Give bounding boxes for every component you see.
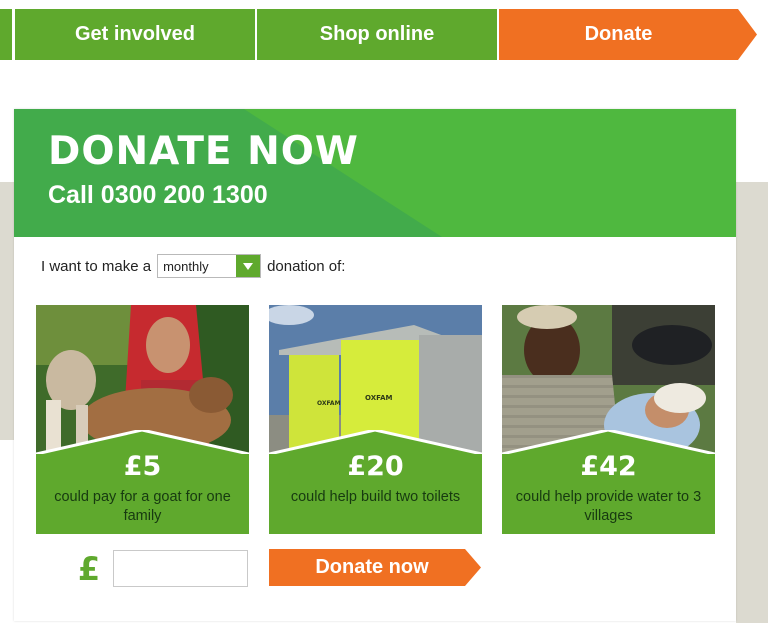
tile-amount: £5	[123, 451, 162, 482]
svg-text:OXFAM: OXFAM	[365, 394, 392, 402]
page-background-right	[736, 182, 768, 623]
donate-now-label[interactable]: Donate now	[269, 549, 475, 586]
donate-hero: DONATE NOW Call 0300 200 1300	[14, 109, 736, 237]
nav-tab-get-involved[interactable]: Get involved	[15, 9, 255, 60]
chevron-down-icon[interactable]	[236, 255, 261, 277]
frequency-select-value[interactable]: monthly	[158, 255, 236, 277]
main-navigation: Get involved Shop online Donate	[0, 9, 768, 60]
nav-tab-previous[interactable]	[0, 9, 12, 60]
donate-card: DONATE NOW Call 0300 200 1300 I want to …	[14, 109, 736, 621]
frequency-suffix: donation of:	[267, 257, 346, 275]
tile-amount: £42	[580, 451, 637, 482]
hero-phone: Call 0300 200 1300	[48, 181, 268, 209]
tile-description: could help build two toilets	[290, 489, 461, 505]
hero-title: DONATE NOW	[48, 129, 359, 174]
donation-tile-20[interactable]: OXFAM OXFAM £20 could help build two toi…	[269, 305, 482, 534]
svg-text:OXFAM: OXFAM	[317, 400, 341, 407]
tile-amount: £20	[347, 451, 404, 482]
custom-amount-input[interactable]	[113, 550, 248, 587]
pound-icon: £	[77, 550, 101, 588]
tile-description: could help provide water to 3 villages	[515, 489, 702, 524]
donation-tile-5[interactable]: £5 could pay for a goat for one family	[36, 305, 249, 534]
tile-description: could pay for a goat for one family	[54, 489, 231, 524]
frequency-prefix: I want to make a	[41, 257, 152, 275]
nav-tab-donate[interactable]: Donate	[499, 9, 738, 60]
nav-tab-shop-online[interactable]: Shop online	[257, 9, 497, 60]
donation-frequency-row: I want to make a monthly donation of:	[41, 253, 345, 279]
frequency-select[interactable]: monthly	[157, 254, 262, 278]
donate-now-button[interactable]: Donate now	[269, 549, 482, 586]
donation-tile-42[interactable]: £42 could help provide water to 3 villag…	[502, 305, 715, 534]
